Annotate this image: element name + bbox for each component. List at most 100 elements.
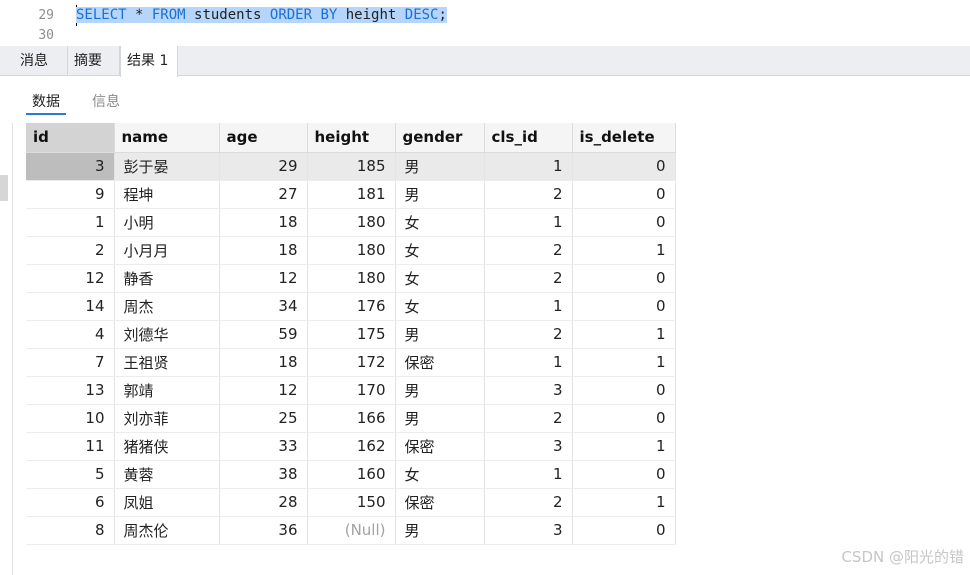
cell-height[interactable]: 166	[307, 404, 396, 433]
table-row[interactable]: 7 王祖贤 18 172 保密 1 1	[26, 348, 676, 377]
cell-id[interactable]: 2	[26, 236, 115, 265]
cell-gender[interactable]: 保密	[395, 348, 485, 377]
cell-age[interactable]: 18	[219, 208, 308, 237]
cell-cls-id[interactable]: 2	[484, 404, 573, 433]
cell-height[interactable]: 176	[307, 292, 396, 321]
cell-age[interactable]: 38	[219, 460, 308, 489]
table-row[interactable]: 11 猪猪侠 33 162 保密 3 1	[26, 432, 676, 461]
cell-name[interactable]: 程坤	[114, 180, 220, 209]
table-row[interactable]: 6 凤姐 28 150 保密 2 1	[26, 488, 676, 517]
column-header-name[interactable]: name	[114, 123, 220, 153]
cell-height[interactable]: 180	[307, 208, 396, 237]
sql-query-line[interactable]: SELECT * FROM students ORDER BY height D…	[76, 7, 447, 23]
column-header-cls-id[interactable]: cls_id	[484, 123, 573, 153]
cell-name[interactable]: 王祖贤	[114, 348, 220, 377]
cell-gender[interactable]: 男	[395, 516, 485, 545]
tab-messages[interactable]: 消息	[14, 46, 68, 76]
cell-height[interactable]: 150	[307, 488, 396, 517]
cell-is-delete[interactable]: 0	[572, 152, 676, 181]
cell-is-delete[interactable]: 0	[572, 180, 676, 209]
cell-id[interactable]: 6	[26, 488, 115, 517]
cell-cls-id[interactable]: 2	[484, 180, 573, 209]
cell-gender[interactable]: 女	[395, 264, 485, 293]
cell-age[interactable]: 28	[219, 488, 308, 517]
table-row[interactable]: 13 郭靖 12 170 男 3 0	[26, 376, 676, 405]
cell-id[interactable]: 10	[26, 404, 115, 433]
cell-gender[interactable]: 保密	[395, 488, 485, 517]
cell-age[interactable]: 27	[219, 180, 308, 209]
cell-height[interactable]: 185	[307, 152, 396, 181]
cell-cls-id[interactable]: 3	[484, 432, 573, 461]
cell-gender[interactable]: 女	[395, 236, 485, 265]
cell-name[interactable]: 刘德华	[114, 320, 220, 349]
table-row[interactable]: 9 程坤 27 181 男 2 0	[26, 180, 676, 209]
cell-id[interactable]: 3	[26, 152, 115, 181]
column-header-height[interactable]: height	[307, 123, 396, 153]
cell-gender[interactable]: 女	[395, 292, 485, 321]
subtab-data[interactable]: 数据	[32, 91, 60, 111]
table-row[interactable]: 10 刘亦菲 25 166 男 2 0	[26, 404, 676, 433]
cell-id[interactable]: 1	[26, 208, 115, 237]
splitter-handle[interactable]	[0, 175, 8, 201]
cell-cls-id[interactable]: 1	[484, 292, 573, 321]
cell-age[interactable]: 29	[219, 152, 308, 181]
table-row[interactable]: 12 静香 12 180 女 2 0	[26, 264, 676, 293]
cell-id[interactable]: 4	[26, 320, 115, 349]
cell-height[interactable]: 180	[307, 264, 396, 293]
cell-id[interactable]: 12	[26, 264, 115, 293]
cell-is-delete[interactable]: 0	[572, 404, 676, 433]
cell-name[interactable]: 猪猪侠	[114, 432, 220, 461]
cell-is-delete[interactable]: 1	[572, 236, 676, 265]
cell-gender[interactable]: 男	[395, 376, 485, 405]
cell-cls-id[interactable]: 1	[484, 208, 573, 237]
cell-height[interactable]: 170	[307, 376, 396, 405]
table-row[interactable]: 14 周杰 34 176 女 1 0	[26, 292, 676, 321]
cell-height[interactable]: 162	[307, 432, 396, 461]
cell-age[interactable]: 59	[219, 320, 308, 349]
cell-age[interactable]: 12	[219, 376, 308, 405]
column-header-is-delete[interactable]: is_delete	[572, 123, 676, 153]
cell-gender[interactable]: 男	[395, 320, 485, 349]
cell-height[interactable]: 175	[307, 320, 396, 349]
table-row[interactable]: 5 黄蓉 38 160 女 1 0	[26, 460, 676, 489]
cell-is-delete[interactable]: 1	[572, 432, 676, 461]
cell-is-delete[interactable]: 0	[572, 460, 676, 489]
cell-age[interactable]: 36	[219, 516, 308, 545]
cell-name[interactable]: 凤姐	[114, 488, 220, 517]
cell-age[interactable]: 12	[219, 264, 308, 293]
cell-height[interactable]: 160	[307, 460, 396, 489]
cell-age[interactable]: 18	[219, 348, 308, 377]
cell-is-delete[interactable]: 1	[572, 320, 676, 349]
cell-name[interactable]: 彭于晏	[114, 152, 220, 181]
cell-is-delete[interactable]: 1	[572, 488, 676, 517]
sql-editor[interactable]: 28 29 30 SELECT * FROM students ORDER BY…	[0, 0, 970, 46]
table-row[interactable]: 8 周杰伦 36 (Null) 男 3 0	[26, 516, 676, 545]
table-row[interactable]: 4 刘德华 59 175 男 2 1	[26, 320, 676, 349]
cell-cls-id[interactable]: 2	[484, 236, 573, 265]
cell-cls-id[interactable]: 3	[484, 376, 573, 405]
cell-is-delete[interactable]: 1	[572, 348, 676, 377]
cell-name[interactable]: 刘亦菲	[114, 404, 220, 433]
cell-gender[interactable]: 男	[395, 152, 485, 181]
cell-id[interactable]: 5	[26, 460, 115, 489]
cell-gender[interactable]: 男	[395, 404, 485, 433]
tab-summary[interactable]: 摘要	[68, 46, 120, 76]
cell-name[interactable]: 郭靖	[114, 376, 220, 405]
column-header-gender[interactable]: gender	[395, 123, 485, 153]
column-header-age[interactable]: age	[219, 123, 308, 153]
cell-name[interactable]: 黄蓉	[114, 460, 220, 489]
cell-gender[interactable]: 男	[395, 180, 485, 209]
cell-cls-id[interactable]: 1	[484, 460, 573, 489]
table-row[interactable]: 1 小明 18 180 女 1 0	[26, 208, 676, 237]
cell-height[interactable]: 180	[307, 236, 396, 265]
cell-cls-id[interactable]: 1	[484, 348, 573, 377]
cell-name[interactable]: 周杰伦	[114, 516, 220, 545]
result-grid[interactable]: id name age height gender cls_id is_delete 3 彭于…	[26, 123, 676, 545]
cell-name[interactable]: 小明	[114, 208, 220, 237]
cell-age[interactable]: 18	[219, 236, 308, 265]
cell-age[interactable]: 33	[219, 432, 308, 461]
cell-name[interactable]: 静香	[114, 264, 220, 293]
cell-cls-id[interactable]: 2	[484, 320, 573, 349]
cell-age[interactable]: 34	[219, 292, 308, 321]
subtab-info[interactable]: 信息	[92, 91, 120, 111]
